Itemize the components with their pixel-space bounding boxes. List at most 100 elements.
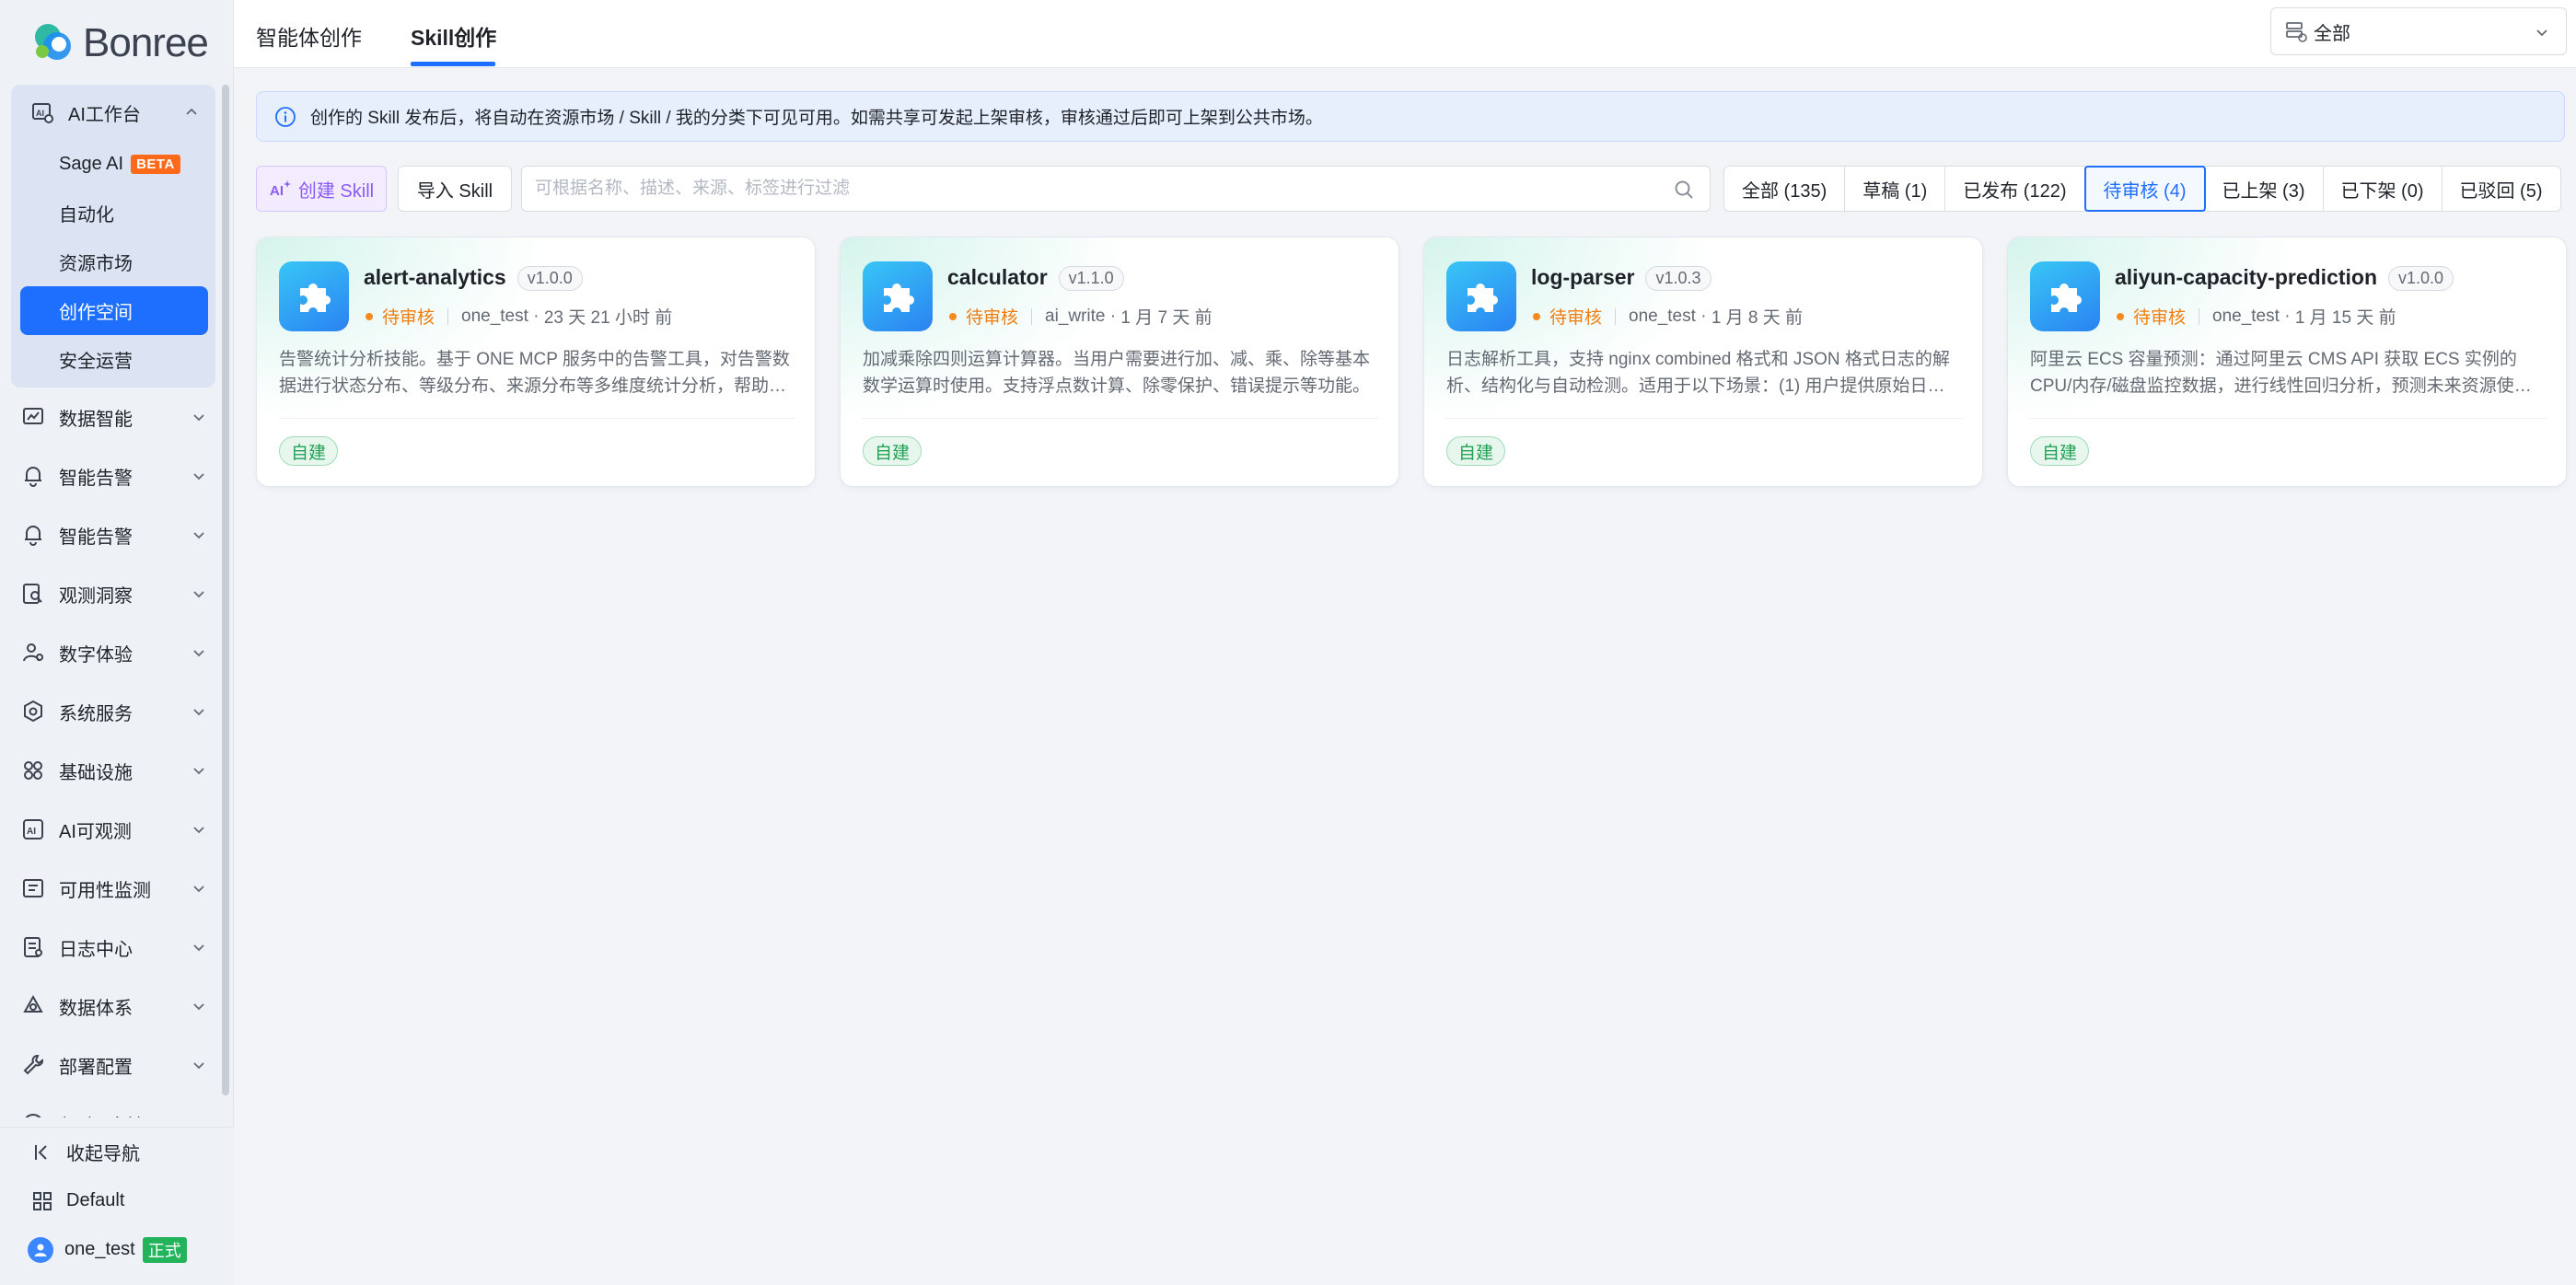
filter-pending-review[interactable]: 待审核 (4) <box>2083 166 2206 212</box>
sidebar-group-7[interactable]: AI AI可观测 <box>0 800 226 859</box>
skill-icon <box>1446 261 1516 331</box>
chevron-down-icon <box>193 709 204 716</box>
magnifier-doc-icon <box>23 584 42 604</box>
sidebar-item-sage-ai[interactable]: Sage AI BETA <box>11 140 215 189</box>
sidebar-group-label: 部署配置 <box>59 1057 133 1078</box>
skill-name: aliyun-capacity-prediction <box>2115 265 2378 289</box>
sidebar-group-label: AI可观测 <box>59 821 132 842</box>
skill-updated-time: 1 月 15 天 前 <box>2294 308 2396 328</box>
meta-divider <box>1615 307 1617 325</box>
version-badge: v1.1.0 <box>1058 266 1124 292</box>
filter-draft[interactable]: 草稿 (1) <box>1845 167 1946 211</box>
meta-divider <box>1031 307 1033 325</box>
chevron-down-icon <box>193 944 204 952</box>
sidebar-scrollbar[interactable] <box>222 85 229 1095</box>
sidebar-group-3[interactable]: 观测洞察 <box>0 564 226 623</box>
sidebar-group-5[interactable]: 系统服务 <box>0 682 226 741</box>
info-icon <box>275 106 296 127</box>
brand-logo[interactable]: Bonree <box>31 20 209 66</box>
sidebar-group-label: 可用性监测 <box>59 880 151 901</box>
filter-delisted[interactable]: 已下架 (0) <box>2324 167 2443 211</box>
nav-group-ai-workbench: AI AI工作台 Sage AI BETA 自动化 资源市场 创作空间 安全运营 <box>11 85 215 388</box>
sidebar-group-10[interactable]: 数据体系 <box>0 977 226 1036</box>
tab-agent-creation[interactable]: 智能体创作 <box>256 20 362 52</box>
skill-meta: 待审核 ai_write · 1 月 7 天 前 <box>947 304 1213 329</box>
skill-card[interactable]: log-parser v1.0.3 待审核 one_test · 1 月 8 天 前日… <box>1423 237 1983 487</box>
workspace-switcher[interactable]: Default <box>0 1176 234 1225</box>
status-badge: 待审核 <box>2133 308 2187 328</box>
version-badge: v1.0.3 <box>1645 266 1712 292</box>
skill-title[interactable]: calculator v1.1.0 <box>947 265 1124 292</box>
sidebar-item-security-ops[interactable]: 安全运营 <box>11 335 215 384</box>
filter-listed[interactable]: 已上架 (3) <box>2205 167 2324 211</box>
skill-description: 加减乘除四则运算计算器。当用户需要进行加、减、乘、除等基本数学运算时使用。支持浮… <box>863 350 1371 396</box>
card-divider <box>279 418 795 419</box>
sidebar-group-9[interactable]: 日志中心 <box>0 918 226 977</box>
skill-icon <box>863 261 933 331</box>
tab-skill-creation[interactable]: Skill创作 <box>411 20 496 52</box>
sidebar-group-11[interactable]: 部署配置 <box>0 1036 226 1094</box>
ai-observe-icon: AI <box>23 819 43 839</box>
meta-dot-separator: · <box>2279 306 2295 326</box>
search-icon[interactable] <box>1673 179 1695 201</box>
chevron-down-icon <box>193 414 204 422</box>
skill-meta: 待审核 one_test · 1 月 8 天 前 <box>1531 304 1803 329</box>
skill-description: 告警统计分析技能。基于 ONE MCP 服务中的告警工具，对告警数据进行状态分布… <box>279 350 790 396</box>
sidebar-item-automation[interactable]: 自动化 <box>11 189 215 237</box>
sidebar-group-4[interactable]: 数字体验 <box>0 623 226 682</box>
filter-published[interactable]: 已发布 (122) <box>1945 167 2085 211</box>
skill-name: calculator <box>947 265 1048 289</box>
brand-name: Bonree <box>83 20 209 65</box>
sidebar-group-0[interactable]: 数据智能 <box>0 388 226 446</box>
skill-title[interactable]: aliyun-capacity-prediction v1.0.0 <box>2115 265 2454 292</box>
search-input[interactable] <box>522 167 1710 211</box>
card-divider <box>1446 418 1962 419</box>
sidebar-group-2[interactable]: 智能告警 <box>0 505 226 564</box>
ai-sparkle-icon: AI <box>270 180 291 199</box>
sidebar-item-creation-space[interactable]: 创作空间 <box>20 286 208 335</box>
infrastructure-icon <box>24 761 42 780</box>
sidebar-group-1[interactable]: 智能告警 <box>0 446 226 505</box>
user-menu[interactable]: one_test 正式 <box>0 1225 234 1274</box>
status-badge: 待审核 <box>966 308 1019 328</box>
filter-rejected[interactable]: 已驳回 (5) <box>2443 167 2560 211</box>
sidebar-group-12[interactable]: ? 帮助&支持 <box>0 1094 226 1117</box>
info-banner: 创作的 Skill 发布后，将自动在资源市场 / Skill / 我的分类下可见… <box>256 91 2565 142</box>
puzzle-piece-icon <box>1468 284 1498 312</box>
filter-all[interactable]: 全部 (135) <box>1724 167 1846 211</box>
sidebar-item-label: 资源市场 <box>59 254 133 274</box>
create-skill-button[interactable]: AI 创建 Skill <box>256 166 387 212</box>
skill-card[interactable]: alert-analytics v1.0.0 待审核 one_test · 23 天 … <box>256 237 816 487</box>
skill-icon <box>2030 261 2100 331</box>
sidebar-group-8[interactable]: 可用性监测 <box>0 859 226 918</box>
collapse-nav-button[interactable]: 收起导航 <box>0 1128 234 1176</box>
wrench-icon <box>23 1055 43 1075</box>
skill-updated-time: 1 月 7 天 前 <box>1120 308 1213 328</box>
active-tab-indicator <box>411 62 495 66</box>
svg-text:AI: AI <box>27 827 36 837</box>
status-dot <box>949 312 957 320</box>
source-tag: 自建 <box>279 436 339 466</box>
chevron-down-icon <box>2536 29 2547 37</box>
source-tag: 自建 <box>1446 436 1506 466</box>
skill-card[interactable]: calculator v1.1.0 待审核 ai_write · 1 月 7 天 前加… <box>840 237 1399 487</box>
sidebar-item-resource-market[interactable]: 资源市场 <box>11 237 215 286</box>
skill-name: log-parser <box>1531 265 1635 289</box>
alarm-bell-icon <box>25 526 41 546</box>
skill-meta: 待审核 one_test · 23 天 21 小时 前 <box>364 304 672 329</box>
skill-title[interactable]: log-parser v1.0.3 <box>1531 265 1712 292</box>
nav-group-header-ai-workbench[interactable]: AI AI工作台 <box>11 85 215 140</box>
chevron-down-icon <box>193 532 204 539</box>
version-badge: v1.0.0 <box>2388 266 2454 292</box>
puzzle-piece-icon <box>2051 284 2082 312</box>
status-dot <box>2117 312 2124 320</box>
sidebar-group-6[interactable]: 基础设施 <box>0 741 226 800</box>
skill-title[interactable]: alert-analytics v1.0.0 <box>364 265 583 292</box>
import-skill-button[interactable]: 导入 Skill <box>398 166 512 212</box>
sidebar-group-label: 观测洞察 <box>59 585 133 607</box>
skill-card[interactable]: aliyun-capacity-prediction v1.0.0 待审核 one_t… <box>2007 237 2567 487</box>
log-center-icon <box>24 937 42 957</box>
sidebar-group-label: 帮助&支持 <box>59 1111 145 1118</box>
scope-select[interactable]: 全部 <box>2270 7 2567 55</box>
sidebar-item-label: 创作空间 <box>59 303 133 323</box>
